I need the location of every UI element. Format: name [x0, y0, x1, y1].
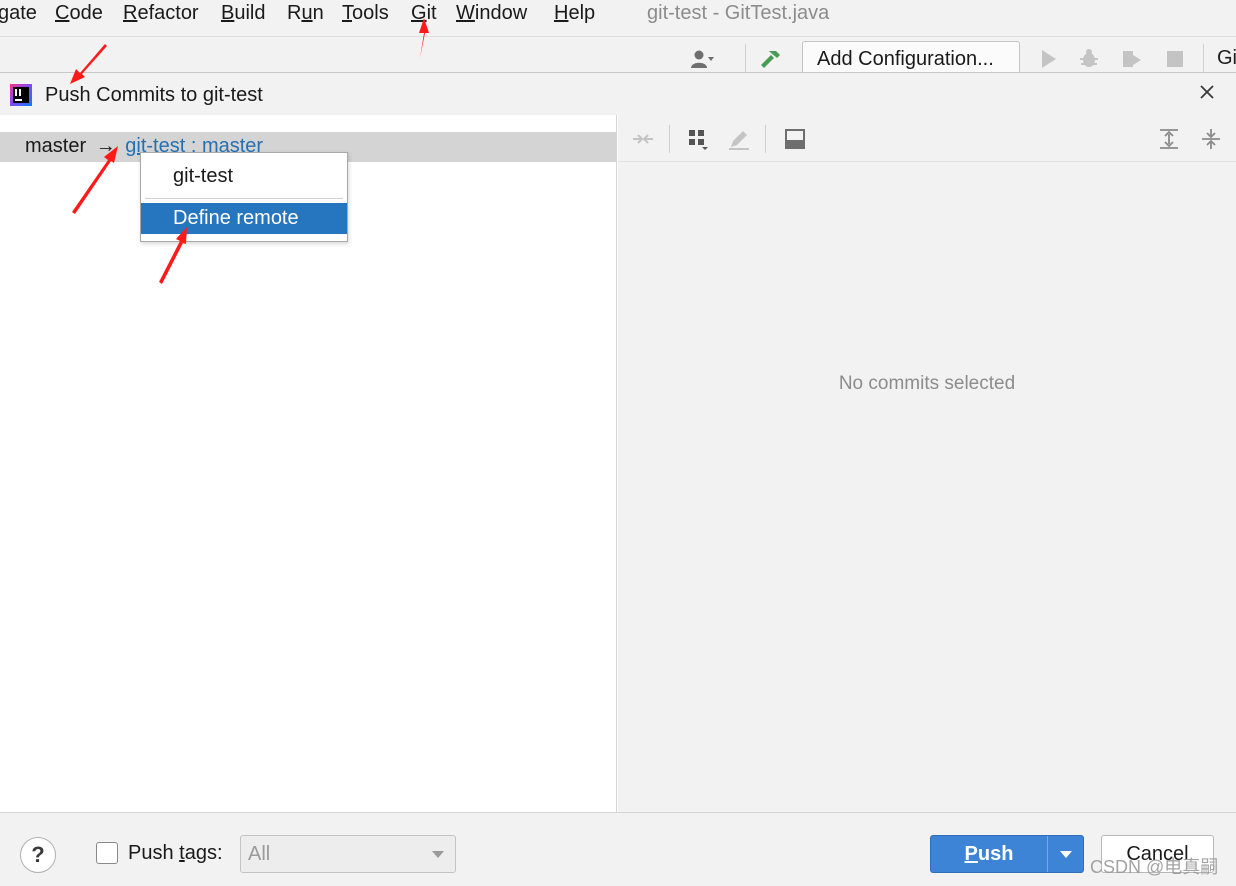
toolbar-separator: [745, 44, 746, 72]
tags-select-value: All: [248, 843, 271, 865]
chevron-down-icon: [1060, 851, 1072, 858]
menu-window[interactable]: Window: [456, 2, 527, 25]
menu-code[interactable]: Code: [55, 2, 103, 25]
debug-bug-icon[interactable]: [1077, 47, 1101, 71]
menu-bar: gate Code Refactor Build Run Tools Git W…: [0, 0, 1236, 30]
push-tags-checkbox[interactable]: [96, 842, 118, 864]
push-button-label[interactable]: Push: [931, 836, 1047, 872]
toolbar-separator: [669, 125, 670, 153]
edit-pencil-icon[interactable]: [727, 127, 751, 151]
collapse-all-icon[interactable]: [1199, 127, 1223, 151]
build-hammer-icon[interactable]: [758, 47, 782, 71]
window-title: git-test - GitTest.java: [647, 2, 830, 24]
run-icon[interactable]: [1036, 47, 1060, 71]
menu-build[interactable]: Build: [221, 2, 265, 25]
dialog-header: Push Commits to git-test: [0, 73, 1236, 115]
compare-arrows-icon[interactable]: [631, 127, 655, 151]
remote-popup-menu: git-test Define remote: [140, 152, 348, 242]
git-toolbar-label[interactable]: Gi: [1217, 47, 1236, 70]
watermark: CSDN @电真嗣: [1090, 857, 1219, 877]
popup-divider: [145, 198, 343, 199]
tags-select[interactable]: All: [240, 835, 456, 873]
stop-icon[interactable]: [1163, 47, 1187, 71]
expand-all-icon[interactable]: [1157, 127, 1181, 151]
menu-help[interactable]: Help: [554, 2, 595, 25]
coverage-icon[interactable]: [1120, 47, 1144, 71]
push-button[interactable]: Push: [930, 835, 1084, 873]
chevron-down-icon: [432, 851, 444, 858]
dialog-footer: ? Push tags: All Push Cancel: [0, 812, 1236, 886]
commit-details-pane: No commits selected: [618, 115, 1236, 813]
popup-item-git-test[interactable]: git-test: [141, 160, 347, 192]
toolbar-separator: [1203, 44, 1204, 72]
menu-tools[interactable]: Tools: [342, 2, 389, 25]
preview-panel-icon[interactable]: [783, 127, 807, 151]
menu-git[interactable]: Git: [411, 2, 437, 25]
main-toolbar: [0, 36, 1236, 76]
popup-item-define-remote[interactable]: Define remote: [141, 203, 347, 234]
dialog-title: Push Commits to git-test: [45, 84, 263, 106]
menu-navigate[interactable]: gate: [0, 2, 37, 25]
intellij-logo-icon: [10, 84, 32, 106]
push-options-dropdown[interactable]: [1048, 836, 1084, 872]
arrow-icon: →: [95, 135, 116, 157]
group-by-icon[interactable]: [687, 127, 711, 151]
menu-run[interactable]: Run: [287, 2, 324, 25]
help-button[interactable]: ?: [20, 837, 56, 873]
local-branch: master: [25, 135, 87, 157]
menu-refactor[interactable]: Refactor: [123, 2, 199, 25]
user-icon[interactable]: [690, 47, 714, 71]
push-tags-label[interactable]: Push tags:: [128, 842, 223, 865]
toolbar-separator: [765, 125, 766, 153]
no-commits-message: No commits selected: [838, 373, 1016, 394]
details-toolbar: [618, 115, 1236, 162]
close-icon[interactable]: [1196, 81, 1218, 103]
